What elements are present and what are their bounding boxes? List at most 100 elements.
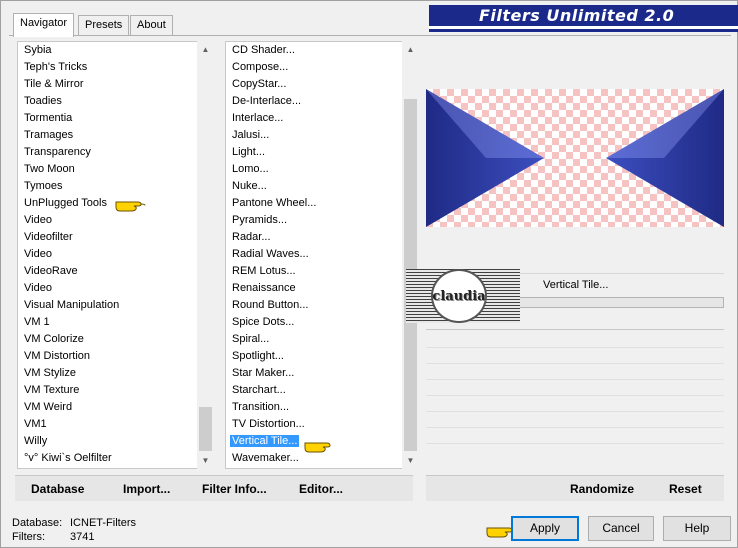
help-button[interactable]: Help	[663, 516, 731, 541]
filter-item[interactable]: Jalusi...	[226, 127, 418, 144]
filter-item-label: Pyramids...	[232, 214, 288, 226]
filter-item-label: Radar...	[232, 231, 271, 243]
category-item[interactable]: Willy	[18, 433, 212, 450]
randomize-button[interactable]: Randomize	[570, 482, 634, 496]
filter-item[interactable]: TV Distortion...	[226, 416, 418, 433]
category-item[interactable]: VM Colorize	[18, 331, 212, 348]
filter-item-label: CD Shader...	[232, 44, 295, 56]
category-item[interactable]: °v° Kiwi`s Oelfilter	[18, 450, 212, 467]
category-item[interactable]: VM 1	[18, 314, 212, 331]
filter-item[interactable]: Star Maker...	[226, 365, 418, 382]
category-item[interactable]: Tormentia	[18, 110, 212, 127]
database-label: Database:	[12, 517, 63, 529]
category-item[interactable]: VM1	[18, 416, 212, 433]
category-item[interactable]: Teph's Tricks	[18, 59, 212, 76]
category-item[interactable]: Sybia	[18, 42, 212, 59]
category-item[interactable]: Tramages	[18, 127, 212, 144]
filter-item[interactable]: Light...	[226, 144, 418, 161]
category-item[interactable]: Video	[18, 246, 212, 263]
category-item[interactable]: Video	[18, 280, 212, 297]
filter-item-label: Light...	[232, 146, 266, 158]
scroll-down-icon[interactable]: ▼	[402, 452, 419, 469]
category-item-label: Teph's Tricks	[24, 61, 88, 73]
reset-button[interactable]: Reset	[669, 482, 702, 496]
apply-button[interactable]: Apply	[511, 516, 579, 541]
filter-item-label: Interlace...	[232, 112, 284, 124]
category-item[interactable]: Toadies	[18, 93, 212, 110]
category-scroll-thumb[interactable]	[199, 407, 212, 451]
filter-name-label: Vertical Tile...	[543, 279, 609, 291]
filter-item[interactable]: Pantone Wheel...	[226, 195, 418, 212]
filter-item[interactable]: Radial Waves...	[226, 246, 418, 263]
filter-item[interactable]: Spotlight...	[226, 348, 418, 365]
filter-item-label: Vertical Tile...	[230, 435, 300, 447]
tab-about[interactable]: About	[130, 15, 173, 35]
category-item[interactable]: Two Moon	[18, 161, 212, 178]
category-item-label: Transparency	[24, 146, 91, 158]
filter-item[interactable]: REM Lotus...	[226, 263, 418, 280]
filter-item-label: Star Maker...	[232, 367, 295, 379]
scroll-up-icon[interactable]: ▲	[402, 41, 419, 58]
import-button[interactable]: Import...	[123, 482, 170, 496]
filter-item-label: CopyStar...	[232, 78, 287, 90]
category-item-label: VM Texture	[24, 384, 80, 396]
filter-item-label: Spiral...	[232, 333, 270, 345]
param-row	[426, 443, 724, 444]
category-item[interactable]: VM Stylize	[18, 365, 212, 382]
category-item[interactable]: Transparency	[18, 144, 212, 161]
category-scrollbar[interactable]: ▲ ▼	[197, 41, 214, 469]
filter-item-label: REM Lotus...	[232, 265, 296, 277]
filter-scrollbar[interactable]: ▲ ▼	[402, 41, 419, 469]
filter-item[interactable]: Pyramids...	[226, 212, 418, 229]
filter-item[interactable]: Spiral...	[226, 331, 418, 348]
filter-item[interactable]: Interlace...	[226, 110, 418, 127]
filter-item[interactable]: Radar...	[226, 229, 418, 246]
filter-item[interactable]: CopyStar...	[226, 76, 418, 93]
filter-item[interactable]: Renaissance	[226, 280, 418, 297]
banner-title: Filters Unlimited 2.0	[479, 6, 675, 25]
category-item[interactable]: VideoRave	[18, 263, 212, 280]
category-item-label: Video	[24, 248, 52, 260]
pointing-hand-icon	[304, 442, 331, 453]
category-list[interactable]: Sybia Teph's Tricks Tile & Mirror Toadies To…	[17, 41, 213, 469]
tab-presets[interactable]: Presets	[78, 15, 130, 35]
param-row	[426, 427, 724, 428]
category-item-label: Visual Manipulation	[24, 299, 120, 311]
category-item[interactable]: Videofilter	[18, 229, 212, 246]
filter-item[interactable]: Spice Dots...	[226, 314, 418, 331]
filter-item[interactable]: Compose...	[226, 59, 418, 76]
scroll-down-icon[interactable]: ▼	[197, 452, 214, 469]
category-item[interactable]: Visual Manipulation	[18, 297, 212, 314]
filter-item[interactable]: Transition...	[226, 399, 418, 416]
cancel-button[interactable]: Cancel	[588, 516, 654, 541]
filter-item-label: Compose...	[232, 61, 289, 73]
category-item-label: VM Colorize	[24, 333, 84, 345]
tab-navigator[interactable]: Navigator	[13, 13, 75, 37]
filter-item-label: Nuke...	[232, 180, 267, 192]
filter-item[interactable]: Round Button...	[226, 297, 418, 314]
filter-item-label: Renaissance	[232, 282, 296, 294]
filter-list[interactable]: CD Shader... Compose... CopyStar... De-Inte…	[225, 41, 419, 469]
filter-item[interactable]: De-Interlace...	[226, 93, 418, 110]
filter-item[interactable]: CD Shader...	[226, 42, 418, 59]
category-item[interactable]: Tile & Mirror	[18, 76, 212, 93]
category-item-label: Toadies	[24, 95, 62, 107]
filter-info-button[interactable]: Filter Info...	[202, 482, 267, 496]
category-item-label: Willy	[24, 435, 48, 447]
database-button[interactable]: Database	[31, 482, 84, 496]
filters-unlimited-dialog: Navigator Presets About Filters Unlimite…	[0, 0, 738, 548]
category-item[interactable]: VM Texture	[18, 382, 212, 399]
filter-item[interactable]: Nuke...	[226, 178, 418, 195]
category-item[interactable]: VM Weird	[18, 399, 212, 416]
filter-item-label: Round Button...	[232, 299, 309, 311]
database-value: ICNET-Filters	[70, 517, 136, 529]
category-item[interactable]: VM Distortion	[18, 348, 212, 365]
category-item[interactable]: Tymoes	[18, 178, 212, 195]
scroll-up-icon[interactable]: ▲	[197, 41, 214, 58]
filter-item[interactable]: Lomo...	[226, 161, 418, 178]
category-item-label: Tramages	[24, 129, 74, 141]
category-item[interactable]: Video	[18, 212, 212, 229]
pointing-hand-icon	[115, 201, 146, 212]
filter-item[interactable]: Starchart...	[226, 382, 418, 399]
editor-button[interactable]: Editor...	[299, 482, 343, 496]
